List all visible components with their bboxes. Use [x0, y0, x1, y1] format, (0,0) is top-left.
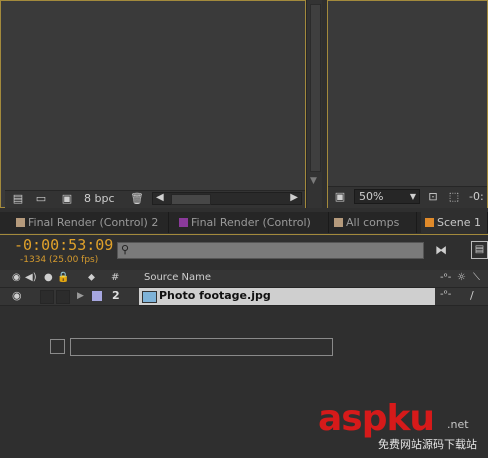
zoom-value: 50%: [359, 190, 384, 203]
layer-name-cell[interactable]: Photo footage.jpg: [139, 288, 435, 305]
audio-speaker-icon[interactable]: ◀): [25, 272, 37, 283]
tab-color-swatch: [425, 218, 434, 227]
tab-scene-1[interactable]: Scene 1: [421, 212, 488, 233]
expand-triangle-icon[interactable]: ▶: [77, 291, 84, 301]
lock-icon[interactable]: 🔒: [57, 272, 69, 283]
switch-quality-icon[interactable]: ⟍: [473, 272, 480, 283]
number-column-header[interactable]: #: [111, 272, 119, 283]
layer-row[interactable]: ◉ ▶ 2 Photo footage.jpg -ᵒ- /: [0, 288, 488, 306]
empty-field[interactable]: [70, 338, 333, 356]
current-timecode[interactable]: -0:00:53:09: [14, 236, 113, 254]
tab-label: Final Render (Control) 2: [28, 216, 159, 229]
interpret-footage-icon[interactable]: ▤: [11, 193, 25, 204]
composition-toolbar: ▣ 50% ▼ ⊡ ⬚ -0:: [328, 186, 487, 208]
tab-label: Scene 1: [437, 216, 482, 229]
tab-all-comps[interactable]: All comps: [330, 212, 417, 233]
timeline-search-input[interactable]: ⚲: [117, 242, 424, 259]
switch-quality-icon[interactable]: /: [470, 289, 474, 302]
switch-shy-icon[interactable]: -ᵒ-: [440, 272, 451, 283]
tab-label: Final Render (Control): [191, 216, 311, 229]
project-panel[interactable]: [0, 0, 306, 208]
project-toolbar: ▤ ▭ ▣ 8 bpc 🗑 ◀ ▶: [5, 190, 305, 208]
layer-column-header: ◉ ◀) ● 🔒 ⬥ # Source Name -ᵒ- ☼ ⟍: [0, 270, 488, 288]
chevron-down-icon: ▼: [409, 192, 416, 201]
scroll-thumb[interactable]: [171, 194, 211, 205]
video-eye-icon[interactable]: ◉: [12, 272, 21, 283]
switch-shy-icon[interactable]: -ᵒ-: [440, 289, 451, 300]
layer-name[interactable]: Photo footage.jpg: [159, 289, 271, 302]
image-footage-icon: [142, 291, 157, 303]
tab-color-swatch: [16, 218, 25, 227]
scroll-left-arrow-icon[interactable]: ◀: [156, 192, 164, 203]
tab-final-render-control[interactable]: Final Render (Control): [175, 212, 329, 233]
tab-final-render-control-2[interactable]: Final Render (Control) 2: [12, 212, 169, 233]
label-tag-icon[interactable]: ⬥: [88, 272, 95, 283]
scroll-thumb[interactable]: [310, 4, 321, 172]
scroll-down-arrow-icon[interactable]: ▼: [310, 176, 317, 186]
watermark-subtitle: 免费网站源码下载站: [378, 438, 477, 451]
scroll-right-arrow-icon[interactable]: ▶: [290, 192, 298, 203]
timeline-tab-bar: Final Render (Control) 2 Final Render (C…: [0, 212, 488, 233]
project-horizontal-scrollbar[interactable]: ◀ ▶: [152, 192, 302, 205]
timeline-header: -0:00:53:09 -1334 (25.00 fps) ⚲ ⧓ ▤: [0, 234, 488, 270]
project-vertical-scrollbar[interactable]: ▼: [306, 0, 322, 208]
tab-color-swatch: [179, 218, 188, 227]
video-eye-icon[interactable]: ◉: [12, 289, 22, 302]
toggle-switches-icon[interactable]: ▤: [471, 241, 488, 259]
region-of-interest-icon[interactable]: ⬚: [447, 191, 461, 202]
tab-color-swatch: [334, 218, 343, 227]
watermark-logo: aspku: [318, 398, 435, 439]
solo-toggle[interactable]: [40, 290, 54, 304]
source-name-column-header[interactable]: Source Name: [144, 272, 211, 283]
layer-label-color[interactable]: [92, 291, 102, 301]
switch-collapse-icon[interactable]: ☼: [457, 272, 466, 283]
frame-count: -1334 (25.00 fps): [20, 255, 99, 265]
comp-mini-flowchart-icon[interactable]: ⧓: [435, 243, 447, 257]
watermark-suffix: .net: [447, 418, 469, 431]
composition-viewer[interactable]: [327, 0, 488, 208]
layer-number: 2: [112, 289, 120, 302]
current-time-field[interactable]: -0:: [469, 190, 484, 203]
empty-checkbox[interactable]: [50, 339, 65, 354]
search-icon: ⚲: [121, 243, 130, 256]
tab-label: All comps: [346, 216, 400, 229]
trash-icon[interactable]: 🗑: [130, 193, 144, 204]
lock-toggle[interactable]: [56, 290, 70, 304]
solo-dot-icon[interactable]: ●: [44, 272, 53, 283]
bit-depth-button[interactable]: 8 bpc: [84, 192, 115, 205]
new-composition-icon[interactable]: ▣: [60, 193, 74, 204]
snapshot-icon[interactable]: ▣: [333, 191, 347, 202]
fit-icon[interactable]: ⊡: [426, 191, 440, 202]
new-folder-icon[interactable]: ▭: [34, 193, 48, 204]
zoom-select[interactable]: 50% ▼: [354, 189, 420, 204]
